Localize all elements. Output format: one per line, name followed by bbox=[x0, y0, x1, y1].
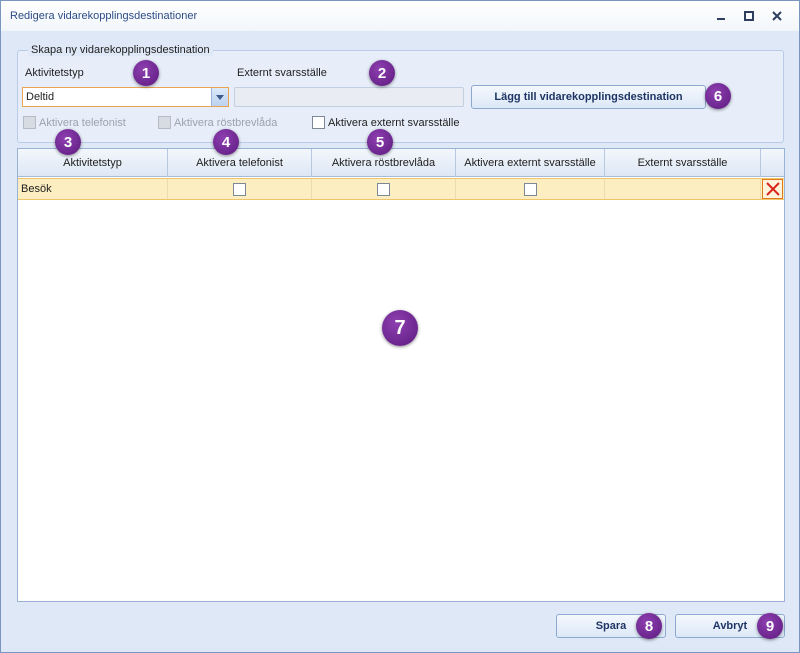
enable-operator-checkbox[interactable] bbox=[23, 116, 36, 129]
callout-marker-7: 7 bbox=[382, 310, 418, 346]
callout-marker-1: 1 bbox=[133, 60, 159, 86]
cell-activity-type[interactable]: Besök bbox=[18, 179, 168, 199]
callout-marker-6: 6 bbox=[705, 83, 731, 109]
enable-external-label: Aktivera externt svarsställe bbox=[328, 116, 460, 129]
cell-external-answer-point[interactable] bbox=[605, 179, 761, 199]
chevron-down-icon[interactable] bbox=[211, 88, 228, 106]
callout-marker-3: 3 bbox=[55, 129, 81, 155]
cell-enable-external[interactable] bbox=[456, 179, 605, 199]
add-destination-button[interactable]: Lägg till vidarekopplingsdestination bbox=[471, 85, 706, 109]
cell-enable-operator[interactable] bbox=[168, 179, 312, 199]
external-answer-point-label: Externt svarsställe bbox=[237, 67, 327, 79]
restore-icon[interactable] bbox=[742, 10, 756, 22]
column-header-enable-operator[interactable]: Aktivera telefonist bbox=[168, 149, 312, 177]
callout-marker-5: 5 bbox=[367, 129, 393, 155]
callout-marker-8: 8 bbox=[636, 613, 662, 639]
enable-operator-checkbox-row[interactable]: Aktivera telefonist bbox=[23, 116, 126, 129]
callout-marker-4: 4 bbox=[213, 129, 239, 155]
callout-marker-9: 9 bbox=[757, 613, 783, 639]
table-row[interactable]: Besök bbox=[18, 178, 784, 200]
cell-enable-voicemail[interactable] bbox=[312, 179, 456, 199]
enable-voicemail-checkbox[interactable] bbox=[158, 116, 171, 129]
activity-type-value: Deltid bbox=[26, 91, 55, 103]
column-header-activity-type[interactable]: Aktivitetstyp bbox=[18, 149, 168, 177]
destinations-grid[interactable]: Aktivitetstyp Aktivera telefonist Aktive… bbox=[17, 148, 785, 602]
row-enable-external-checkbox[interactable] bbox=[523, 182, 537, 196]
enable-voicemail-checkbox-row[interactable]: Aktivera röstbrevlåda bbox=[158, 116, 277, 129]
column-header-external-answer-point[interactable]: Externt svarsställe bbox=[605, 149, 761, 177]
close-icon[interactable] bbox=[770, 10, 784, 22]
column-header-delete bbox=[761, 149, 784, 177]
enable-voicemail-label: Aktivera röstbrevlåda bbox=[174, 116, 278, 129]
callout-marker-2: 2 bbox=[369, 60, 395, 86]
dialog-window: Redigera vidarekopplingsdestinationer Sk… bbox=[0, 0, 800, 653]
enable-operator-label: Aktivera telefonist bbox=[39, 116, 126, 129]
enable-external-checkbox-row[interactable]: Aktivera externt svarsställe bbox=[312, 116, 459, 129]
external-answer-point-input[interactable] bbox=[234, 87, 464, 107]
row-enable-voicemail-checkbox[interactable] bbox=[377, 182, 390, 196]
grid-header: Aktivitetstyp Aktivera telefonist Aktive… bbox=[18, 149, 784, 177]
window-title: Redigera vidarekopplingsdestinationer bbox=[10, 10, 198, 22]
delete-x-icon bbox=[765, 182, 780, 196]
title-bar[interactable]: Redigera vidarekopplingsdestinationer bbox=[1, 1, 799, 31]
column-header-enable-external[interactable]: Aktivera externt svarsställe bbox=[456, 149, 605, 177]
activity-type-label: Aktivitetstyp bbox=[25, 67, 84, 79]
minimize-icon[interactable] bbox=[714, 10, 728, 22]
enable-external-checkbox[interactable] bbox=[312, 116, 325, 129]
delete-row-button[interactable] bbox=[762, 179, 783, 199]
group-title: Skapa ny vidarekopplingsdestination bbox=[28, 44, 213, 56]
activity-type-combobox[interactable]: Deltid bbox=[22, 87, 229, 107]
row-enable-operator-checkbox[interactable] bbox=[233, 182, 246, 196]
